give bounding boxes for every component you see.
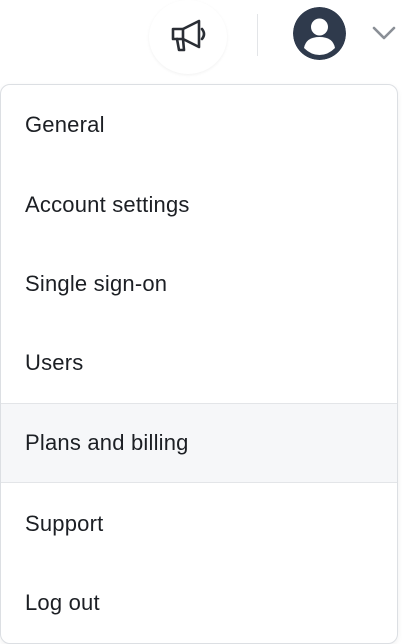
menu-item-support[interactable]: Support bbox=[1, 484, 397, 564]
top-bar bbox=[0, 0, 404, 80]
megaphone-icon bbox=[167, 16, 209, 59]
menu-item-label: Single sign-on bbox=[25, 271, 168, 296]
menu-item-label: General bbox=[25, 112, 105, 137]
menu-item-label: Plans and billing bbox=[25, 430, 189, 455]
menu-item-label: Account settings bbox=[25, 192, 190, 217]
chevron-down-icon bbox=[372, 26, 396, 46]
menu-item-log-out[interactable]: Log out bbox=[1, 563, 397, 643]
menu-item-label: Log out bbox=[25, 590, 100, 615]
menu-item-plans-and-billing[interactable]: Plans and billing bbox=[1, 403, 397, 483]
menu-item-label: Users bbox=[25, 350, 84, 375]
menu-item-single-sign-on[interactable]: Single sign-on bbox=[1, 244, 397, 324]
account-dropdown-menu: General Account settings Single sign-on … bbox=[0, 84, 398, 644]
menu-item-general[interactable]: General bbox=[1, 85, 397, 165]
user-avatar-button[interactable] bbox=[293, 7, 346, 60]
menu-item-label: Support bbox=[25, 511, 104, 536]
menu-item-users[interactable]: Users bbox=[1, 323, 397, 403]
menu-toggle-button[interactable] bbox=[372, 24, 396, 42]
user-avatar-icon bbox=[293, 7, 346, 60]
announcements-button[interactable] bbox=[149, 0, 227, 74]
header-divider bbox=[257, 14, 258, 56]
menu-item-account-settings[interactable]: Account settings bbox=[1, 165, 397, 245]
